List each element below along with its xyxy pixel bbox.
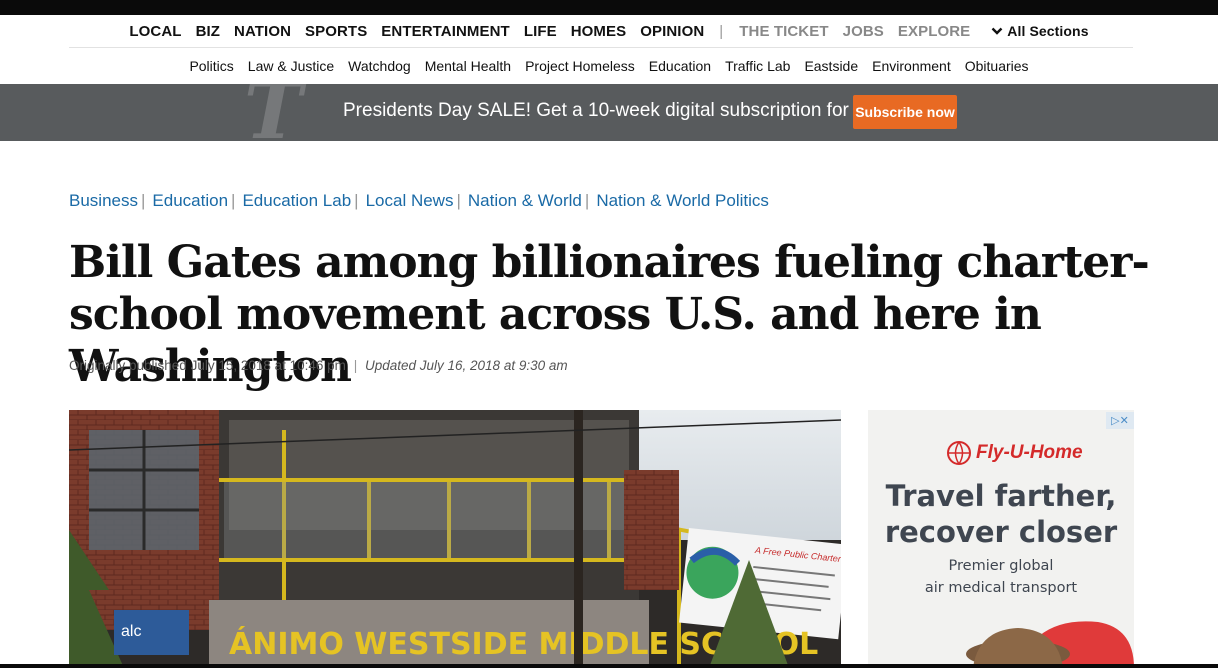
school-building-photo: A Free Public Charter S ÁNIMO WESTSIDE M…: [69, 410, 841, 668]
article-photo[interactable]: A Free Public Charter S ÁNIMO WESTSIDE M…: [69, 410, 841, 668]
subnav-environment[interactable]: Environment: [872, 58, 951, 74]
category-nation-world[interactable]: Nation & World: [468, 191, 582, 211]
subnav-watchdog[interactable]: Watchdog: [348, 58, 411, 74]
chevron-down-icon: [991, 27, 1003, 35]
primary-nav: LOCAL BIZ NATION SPORTS ENTERTAINMENT LI…: [0, 15, 1218, 47]
ad-brand-name: Fly-U-Home: [976, 442, 1083, 463]
promo-text: Presidents Day SALE! Get a 10-week digit…: [343, 100, 926, 121]
secondary-nav: Politics Law & Justice Watchdog Mental H…: [0, 52, 1218, 80]
nav-explore[interactable]: EXPLORE: [898, 23, 970, 40]
ad-subtext: Premier global air medical transport: [868, 555, 1134, 599]
ad-sub-line2: air medical transport: [924, 580, 1078, 596]
nav-divider: |: [719, 22, 724, 40]
category-separator: |: [456, 191, 461, 210]
newspaper-logo-watermark: T: [244, 84, 303, 141]
nav-sports[interactable]: SPORTS: [305, 23, 367, 40]
updated-date: Updated July 16, 2018 at 9:30 am: [364, 358, 568, 373]
subscription-promo-banner: T Presidents Day SALE! Get a 10-week dig…: [0, 84, 1218, 141]
subnav-eastside[interactable]: Eastside: [804, 58, 858, 74]
nav-opinion[interactable]: OPINION: [640, 23, 704, 40]
nav-entertainment[interactable]: ENTERTAINMENT: [381, 23, 510, 40]
nav-nation[interactable]: NATION: [234, 23, 291, 40]
dateline-separator: |: [353, 358, 358, 373]
published-date: Originally published July 15, 2018 at 10…: [69, 358, 346, 373]
ad-sub-line1: Premier global: [948, 558, 1054, 574]
browser-top-bar: [0, 0, 1218, 15]
nav-life[interactable]: LIFE: [524, 23, 557, 40]
all-sections-label: All Sections: [1007, 23, 1089, 39]
nav-local[interactable]: LOCAL: [129, 23, 181, 40]
ad-headline-line1: Travel farther,: [885, 479, 1117, 513]
ad-headline-line2: recover closer: [884, 515, 1118, 549]
category-education-lab[interactable]: Education Lab: [242, 191, 351, 211]
nav-jobs[interactable]: JOBS: [843, 23, 884, 40]
category-separator: |: [231, 191, 236, 210]
nav-the-ticket[interactable]: THE TICKET: [739, 23, 828, 40]
subnav-law-justice[interactable]: Law & Justice: [248, 58, 334, 74]
adchoices-icon[interactable]: ▷✕: [1106, 412, 1134, 429]
article-dateline: Originally published July 15, 2018 at 10…: [69, 358, 568, 378]
subscribe-now-button[interactable]: Subscribe now: [853, 95, 957, 129]
subnav-politics[interactable]: Politics: [189, 58, 233, 74]
nav-divider-line: [69, 47, 1133, 48]
category-nation-world-politics[interactable]: Nation & World Politics: [596, 191, 769, 211]
category-business[interactable]: Business: [69, 191, 138, 211]
article-categories: Business | Education | Education Lab | Loca…: [69, 189, 769, 213]
globe-icon: [947, 441, 971, 465]
browser-bottom-edge: [0, 664, 1218, 668]
subnav-mental-health[interactable]: Mental Health: [425, 58, 511, 74]
category-separator: |: [584, 191, 590, 210]
category-separator: |: [140, 191, 146, 210]
subnav-traffic-lab[interactable]: Traffic Lab: [725, 58, 790, 74]
category-separator: |: [354, 191, 359, 210]
nav-biz[interactable]: BIZ: [196, 23, 220, 40]
ad-brand: Fly-U-Home: [946, 440, 1083, 466]
subnav-project-homeless[interactable]: Project Homeless: [525, 58, 635, 74]
ad-headline: Travel farther, recover closer: [868, 478, 1134, 550]
advertisement[interactable]: ▷✕ Fly-U-Home Travel farther, recover cl…: [868, 410, 1134, 668]
category-education[interactable]: Education: [152, 191, 228, 211]
all-sections-button[interactable]: All Sections: [991, 23, 1089, 39]
subnav-education[interactable]: Education: [649, 58, 711, 74]
alc-logo-text: alc: [121, 623, 141, 640]
category-local-news[interactable]: Local News: [366, 191, 454, 211]
ad-person-image: [966, 621, 1134, 668]
nav-homes[interactable]: HOMES: [571, 23, 627, 40]
subnav-obituaries[interactable]: Obituaries: [965, 58, 1029, 74]
